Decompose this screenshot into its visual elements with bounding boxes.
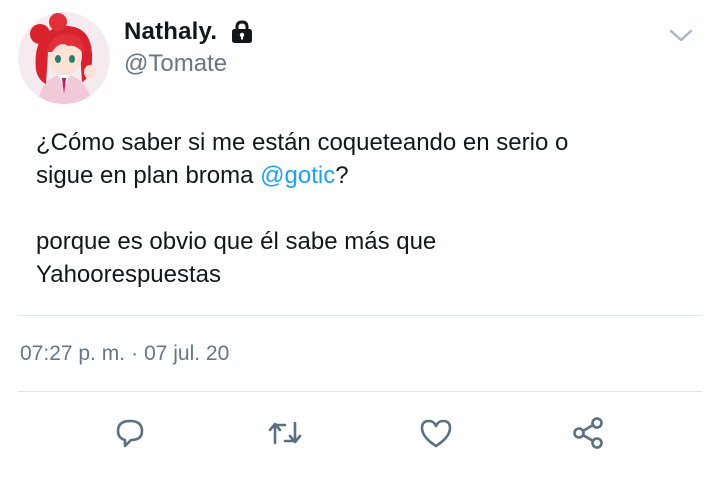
share-button[interactable] (565, 410, 611, 456)
tweet-text: ¿Cómo saber si me están coqueteando en s… (36, 126, 696, 291)
tweet-date: 07 jul. 20 (144, 342, 230, 365)
like-icon (416, 413, 456, 453)
lock-icon (229, 19, 255, 45)
tweet-line-1: ¿Cómo saber si me están coqueteando en s… (36, 129, 569, 156)
like-button[interactable] (413, 410, 459, 456)
share-icon (568, 413, 608, 453)
avatar[interactable] (18, 12, 110, 104)
retweet-icon (265, 413, 305, 453)
tweet-timestamp[interactable]: 07:27 p. m. · 07 jul. 20 (20, 342, 229, 366)
tweet-line-2: sigue en plan broma (36, 162, 261, 189)
avatar-image (18, 12, 110, 104)
name-row: Nathaly. (124, 16, 255, 48)
tweet-card: Nathaly. @Tomate ¿Cómo saber si me están… (0, 0, 720, 483)
divider-top (18, 315, 702, 316)
retweet-button[interactable] (262, 410, 308, 456)
tweet-time: 07:27 p. m. (20, 342, 126, 365)
reply-button[interactable] (107, 410, 153, 456)
tweet-line-3: porque es obvio que él sabe más que (36, 228, 437, 255)
chevron-down-icon[interactable] (666, 20, 696, 50)
tweet-paragraph-1: ¿Cómo saber si me están coqueteando en s… (36, 126, 696, 192)
reply-icon (110, 413, 150, 453)
tweet-line-4: Yahoorespuestas (36, 261, 222, 288)
mention-link[interactable]: @gotic (260, 162, 335, 189)
display-name[interactable]: Nathaly. (124, 18, 217, 46)
meta-separator: · (131, 342, 139, 365)
action-bar (0, 410, 720, 460)
divider-bottom (18, 391, 702, 392)
tweet-paragraph-2: porque es obvio que él sabe más que Yahoo… (36, 225, 696, 291)
user-handle[interactable]: @Tomate (124, 50, 227, 78)
tweet-line-2-end: ? (335, 162, 349, 189)
